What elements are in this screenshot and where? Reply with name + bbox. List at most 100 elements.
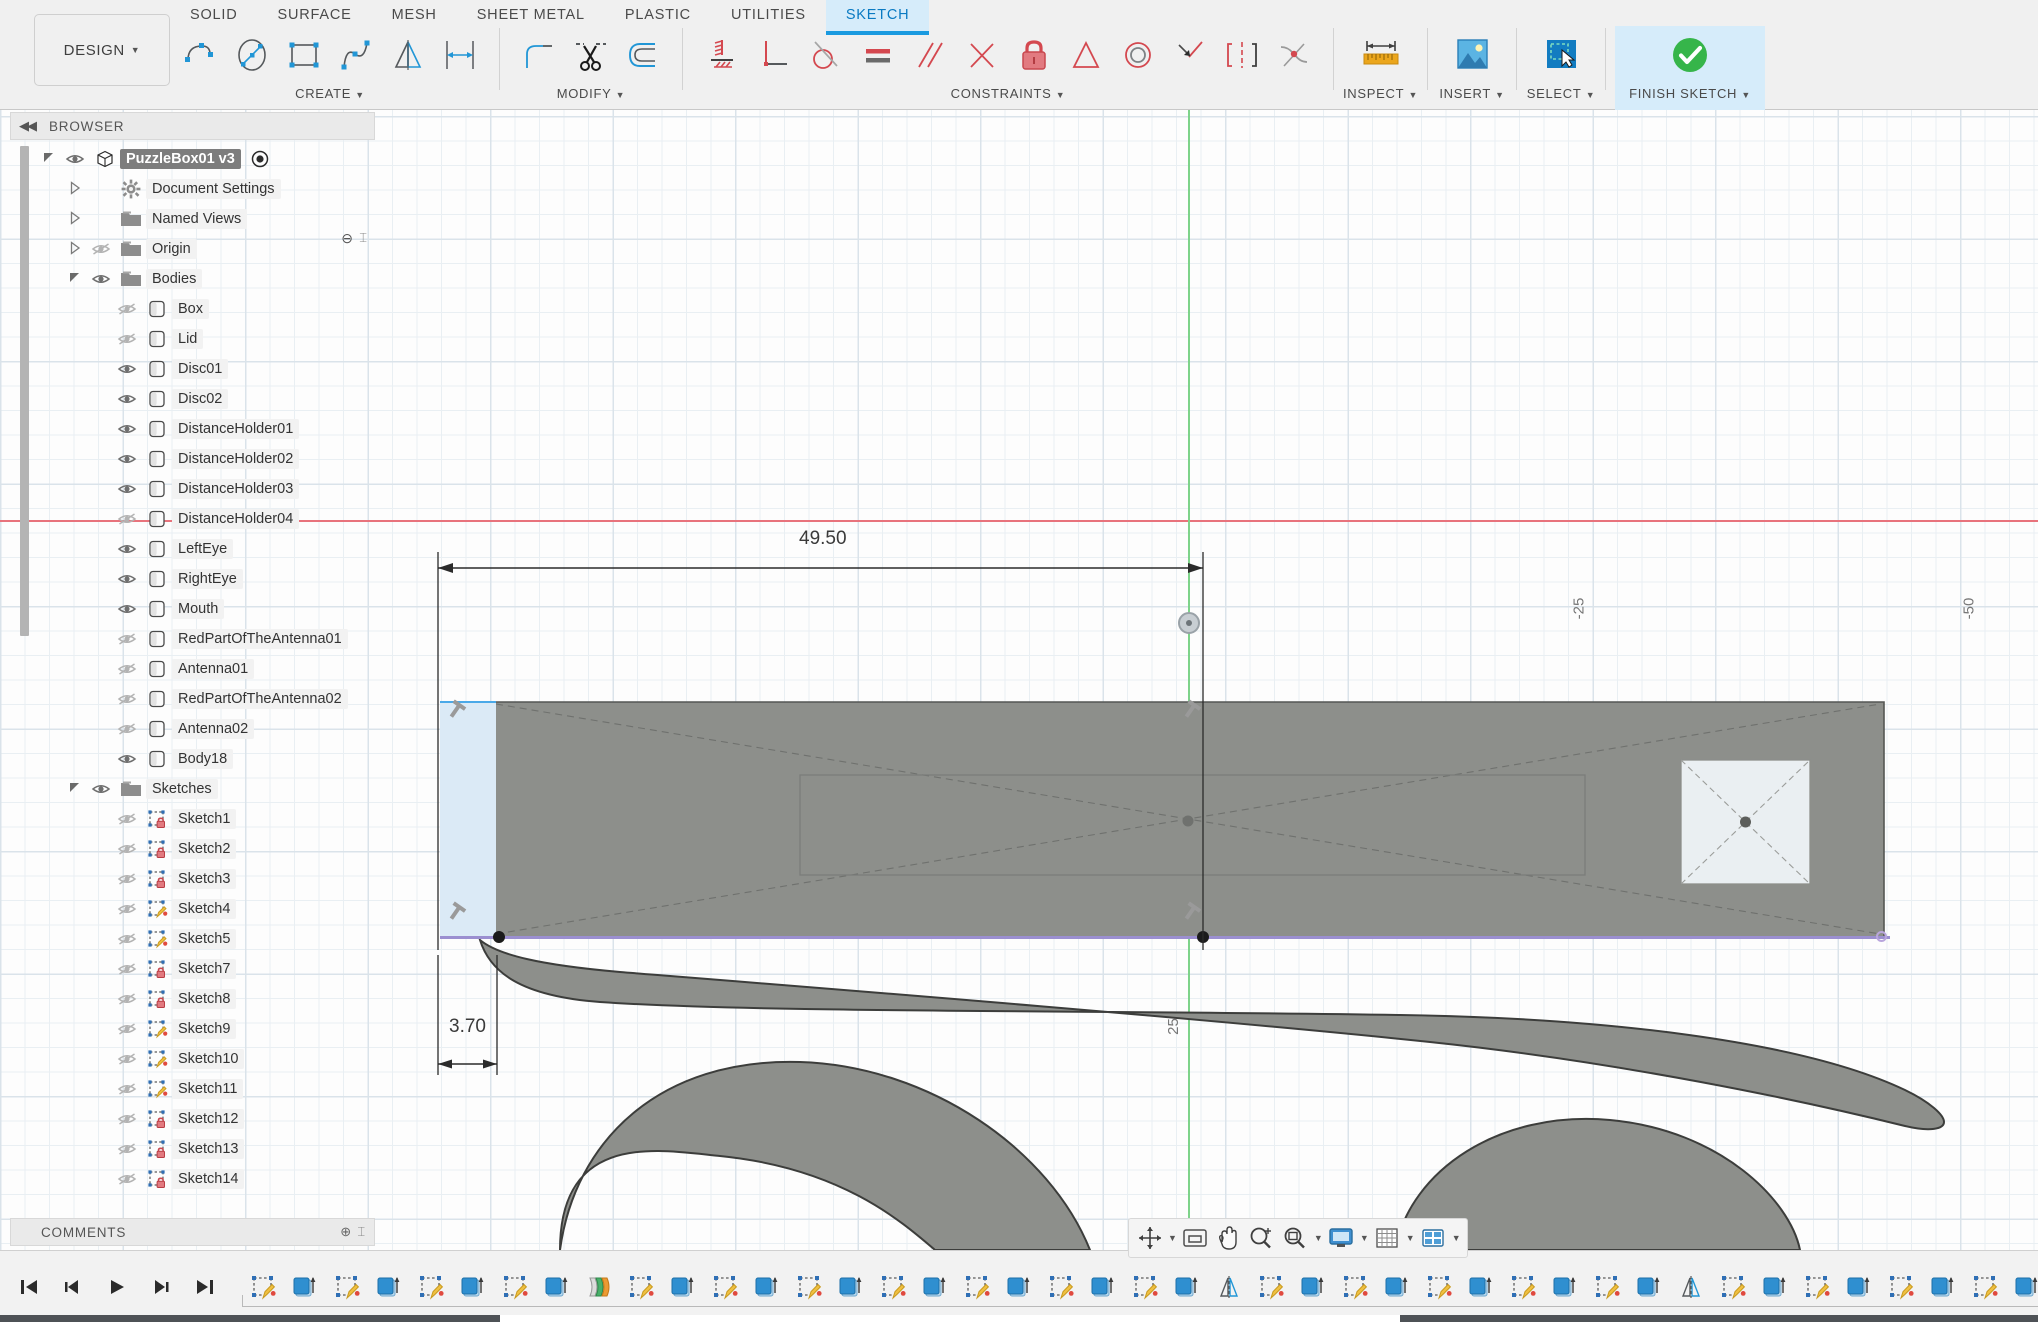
fillet-icon[interactable]	[513, 28, 565, 82]
browser-node-origin[interactable]: Origin	[10, 234, 375, 264]
visibility-eye-icon[interactable]	[60, 151, 90, 167]
visibility-eye-icon[interactable]	[112, 931, 142, 947]
browser-node-antenna01[interactable]: Antenna01	[10, 654, 375, 684]
visibility-eye-icon[interactable]	[112, 631, 142, 647]
collinear-icon[interactable]	[1164, 28, 1216, 82]
selected-sketch-edge[interactable]	[440, 936, 1890, 939]
symmetry-icon[interactable]	[1060, 28, 1112, 82]
browser-node-sketch12[interactable]: Sketch12	[10, 1104, 375, 1134]
visibility-eye-icon[interactable]	[112, 1081, 142, 1097]
comments-panel-header[interactable]: COMMENTS ⊕ ⌶	[10, 1218, 375, 1246]
chevron-down-icon[interactable]: ▼	[1405, 90, 1418, 100]
fix-lock-icon[interactable]	[1008, 28, 1060, 82]
chevron-down-icon[interactable]: ▼	[1452, 1233, 1461, 1243]
display-settings-icon[interactable]	[1325, 1221, 1357, 1255]
chevron-down-icon[interactable]: ▼	[1168, 1233, 1177, 1243]
visibility-eye-icon[interactable]	[86, 271, 116, 287]
browser-node-box[interactable]: Box	[10, 294, 375, 324]
perpendicular-constraint-glyph[interactable]	[443, 698, 471, 732]
concentric-icon[interactable]	[1112, 28, 1164, 82]
equal-icon[interactable]	[852, 28, 904, 82]
perpendicular-constraint-glyph[interactable]	[443, 900, 471, 934]
finish-sketch-check-icon[interactable]	[1659, 26, 1721, 84]
visibility-eye-icon[interactable]	[112, 961, 142, 977]
collapse-left-icon[interactable]: ◀◀	[19, 118, 35, 134]
browser-node-bodies[interactable]: Bodies	[10, 264, 375, 294]
perpendicular-constraint-glyph[interactable]	[1178, 698, 1206, 732]
visibility-eye-icon[interactable]	[112, 1171, 142, 1187]
select-window-icon[interactable]	[1530, 26, 1592, 84]
chevron-down-icon[interactable]: ▼	[352, 90, 365, 100]
browser-node-sketch9[interactable]: Sketch9	[10, 1014, 375, 1044]
browser-node-sketch5[interactable]: Sketch5	[10, 924, 375, 954]
browser-node-sketch7[interactable]: Sketch7	[10, 954, 375, 984]
visibility-eye-icon[interactable]	[112, 871, 142, 887]
go-to-end-button[interactable]	[190, 1272, 220, 1302]
browser-node-distanceholder03[interactable]: DistanceHolder03	[10, 474, 375, 504]
browser-node-lefteye[interactable]: LeftEye	[10, 534, 375, 564]
sketch-endpoint[interactable]	[493, 931, 505, 943]
arc-icon[interactable]	[174, 28, 226, 82]
visibility-eye-icon[interactable]	[112, 571, 142, 587]
visibility-eye-icon[interactable]	[86, 241, 116, 257]
browser-root-node[interactable]: PuzzleBox01 v3	[10, 144, 375, 174]
visibility-eye-icon[interactable]	[112, 331, 142, 347]
expand-collapse-icon[interactable]	[64, 271, 86, 288]
tangent-icon[interactable]	[800, 28, 852, 82]
chevron-down-icon[interactable]: ▼	[1053, 90, 1066, 100]
expand-collapse-icon[interactable]	[64, 211, 86, 228]
trim-scissors-icon[interactable]	[565, 28, 617, 82]
browser-node-distanceholder01[interactable]: DistanceHolder01	[10, 414, 375, 444]
visibility-eye-icon[interactable]	[112, 511, 142, 527]
play-button[interactable]	[102, 1272, 132, 1302]
browser-node-sketch4[interactable]: Sketch4	[10, 894, 375, 924]
ribbon-group-finish-sketch[interactable]: FINISH SKETCH ▼	[1615, 26, 1765, 110]
perpendicular-constraint-glyph[interactable]	[1178, 900, 1206, 934]
mirror-icon[interactable]	[382, 28, 434, 82]
zoom-icon[interactable]	[1245, 1221, 1277, 1255]
midpoint-icon[interactable]	[956, 28, 1008, 82]
chevron-down-icon[interactable]: ▼	[612, 90, 625, 100]
visibility-eye-icon[interactable]	[112, 991, 142, 1007]
browser-node-mouth[interactable]: Mouth	[10, 594, 375, 624]
chevron-down-icon[interactable]: ▼	[1738, 90, 1751, 100]
zoom-window-icon[interactable]	[1279, 1221, 1311, 1255]
visibility-eye-icon[interactable]	[112, 691, 142, 707]
visibility-eye-icon[interactable]	[112, 661, 142, 677]
browser-node-distanceholder04[interactable]: DistanceHolder04	[10, 504, 375, 534]
visibility-eye-icon[interactable]	[112, 1051, 142, 1067]
browser-node-righteye[interactable]: RightEye	[10, 564, 375, 594]
visibility-eye-icon[interactable]	[112, 1021, 142, 1037]
horizontal-vertical-icon[interactable]	[696, 28, 748, 82]
visibility-eye-icon[interactable]	[112, 451, 142, 467]
step-back-button[interactable]	[58, 1272, 88, 1302]
browser-node-disc02[interactable]: Disc02	[10, 384, 375, 414]
width-dimension-label[interactable]: 49.50	[795, 528, 851, 550]
browser-node-lid[interactable]: Lid	[10, 324, 375, 354]
visibility-eye-icon[interactable]	[112, 541, 142, 557]
expand-collapse-icon[interactable]	[64, 241, 86, 258]
browser-node-redpartoftheantenna02[interactable]: RedPartOfTheAntenna02	[10, 684, 375, 714]
browser-node-sketch11[interactable]: Sketch11	[10, 1074, 375, 1104]
panel-resize-handle[interactable]: ⌶	[357, 1224, 366, 1240]
add-comment-icon[interactable]: ⊕	[340, 1224, 352, 1240]
activate-radio-icon[interactable]	[251, 150, 269, 168]
fit-icon[interactable]	[1179, 1221, 1211, 1255]
visibility-eye-icon[interactable]	[112, 481, 142, 497]
chevron-down-icon[interactable]: ▼	[1492, 90, 1505, 100]
grid-snaps-icon[interactable]	[1371, 1221, 1403, 1255]
browser-node-named-views[interactable]: Named Views	[10, 204, 375, 234]
visibility-eye-icon[interactable]	[112, 601, 142, 617]
measure-icon[interactable]	[1350, 26, 1412, 84]
rectangle-icon[interactable]	[278, 28, 330, 82]
spline-icon[interactable]	[330, 28, 382, 82]
expand-collapse-icon[interactable]	[64, 181, 86, 198]
browser-node-redpartoftheantenna01[interactable]: RedPartOfTheAntenna01	[10, 624, 375, 654]
browser-node-sketch2[interactable]: Sketch2	[10, 834, 375, 864]
browser-node-sketch1[interactable]: Sketch1	[10, 804, 375, 834]
chevron-down-icon[interactable]: ▼	[1406, 1233, 1415, 1243]
sketch-endpoint[interactable]	[1876, 931, 1887, 942]
offset-dimension-label[interactable]: 3.70	[445, 1016, 490, 1038]
browser-node-sketch13[interactable]: Sketch13	[10, 1134, 375, 1164]
visibility-eye-icon[interactable]	[86, 781, 116, 797]
